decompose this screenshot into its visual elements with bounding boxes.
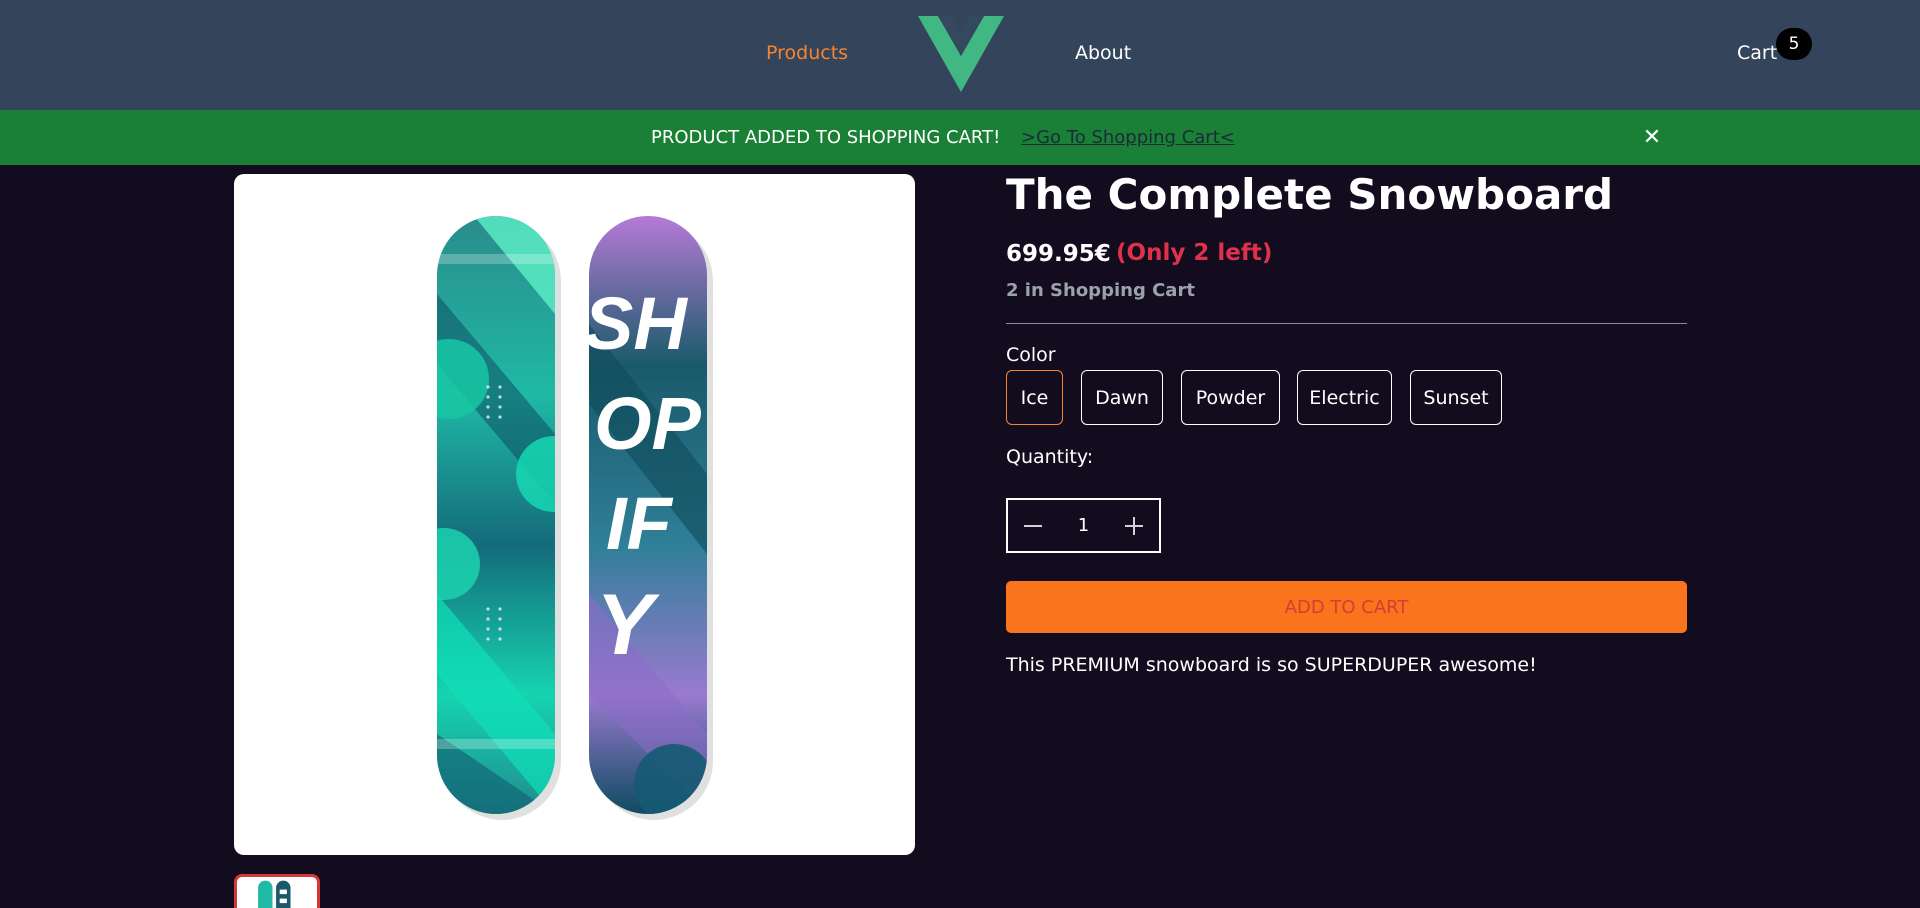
nav-about-link[interactable]: About: [1075, 42, 1131, 64]
vue-logo-icon[interactable]: [918, 16, 1004, 92]
snowboard-illustration: SH OP IF Y: [437, 216, 713, 820]
color-label: Color: [1006, 344, 1056, 366]
go-to-cart-link[interactable]: >Go To Shopping Cart<: [1021, 127, 1235, 148]
minus-icon[interactable]: [1008, 500, 1058, 551]
svg-text:Y: Y: [596, 577, 660, 673]
nav-cart-link[interactable]: Cart: [1737, 42, 1777, 64]
quantity-label: Quantity:: [1006, 446, 1094, 468]
stock-warning: (Only 2 left): [1116, 240, 1273, 266]
top-navigation: Products About Cart 5: [0, 0, 1920, 110]
product-thumbnail[interactable]: [234, 874, 320, 908]
svg-text:IF: IF: [606, 482, 674, 565]
color-option-sunset[interactable]: Sunset: [1410, 370, 1502, 425]
product-title: The Complete Snowboard: [1006, 170, 1614, 219]
nav-products-link[interactable]: Products: [766, 42, 848, 64]
svg-text:OP: OP: [594, 382, 702, 465]
divider: [1006, 323, 1687, 324]
cart-count-badge: 5: [1776, 28, 1812, 60]
color-option-powder[interactable]: Powder: [1181, 370, 1280, 425]
product-description: This PREMIUM snowboard is so SUPERDUPER …: [1006, 654, 1537, 676]
plus-icon[interactable]: [1109, 500, 1159, 551]
svg-text:SH: SH: [584, 282, 688, 365]
banner-message: PRODUCT ADDED TO SHOPPING CART!: [651, 127, 1001, 148]
color-option-dawn[interactable]: Dawn: [1081, 370, 1163, 425]
product-image: SH OP IF Y: [234, 174, 915, 855]
quantity-value[interactable]: 1: [1058, 500, 1109, 551]
cart-notification-banner: PRODUCT ADDED TO SHOPPING CART! >Go To S…: [0, 110, 1920, 165]
quantity-stepper: 1: [1006, 498, 1161, 553]
product-price: 699.95€: [1006, 241, 1111, 267]
add-to-cart-button[interactable]: ADD TO CART: [1006, 581, 1687, 633]
in-cart-count: 2 in Shopping Cart: [1006, 280, 1195, 301]
color-option-electric[interactable]: Electric: [1297, 370, 1392, 425]
color-option-ice[interactable]: Ice: [1006, 370, 1063, 425]
close-icon[interactable]: ✕: [1640, 121, 1664, 153]
